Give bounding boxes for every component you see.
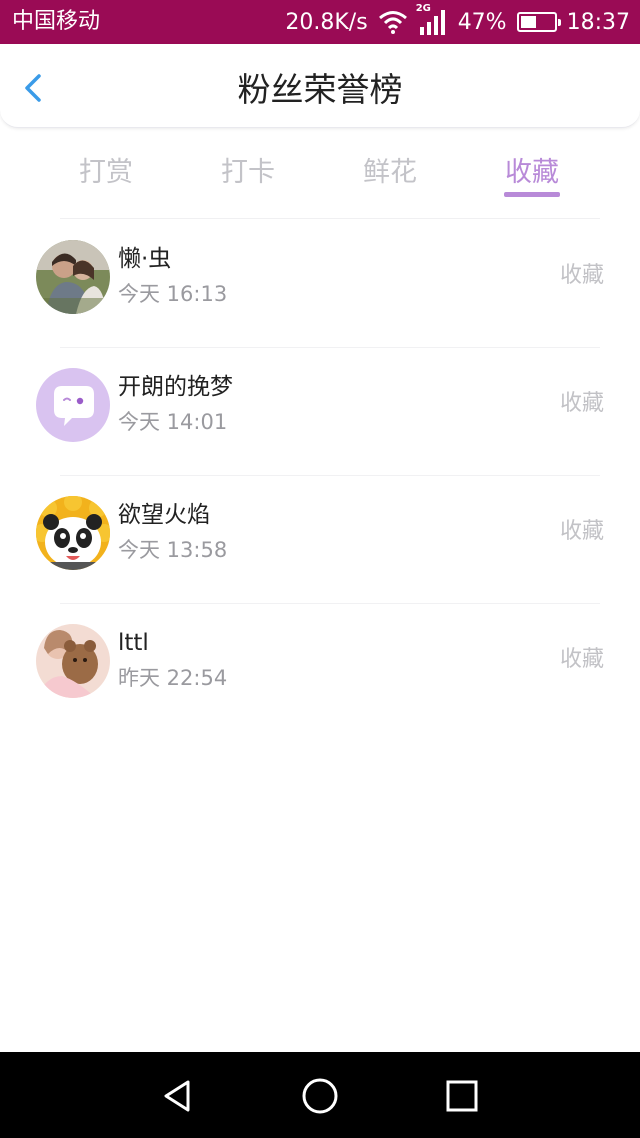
network-type: 2G — [415, 3, 431, 14]
action-type: 收藏 — [559, 519, 604, 544]
triangle-back-icon[interactable] — [158, 1076, 198, 1116]
list-item[interactable]: 开朗的挽梦 今天 14:01 收藏 — [0, 348, 640, 476]
action-type: 收藏 — [559, 263, 604, 288]
system-nav-bar — [0, 1052, 640, 1138]
action-time: 今天 13:58 — [118, 538, 228, 562]
tab-checkin[interactable]: 打卡 — [212, 128, 284, 204]
user-name: 开朗的挽梦 — [118, 374, 233, 400]
fan-list: 懒·虫 今天 16:13 收藏 开朗的挽梦 今天 14:01 收藏 欲望火焰 今… — [0, 220, 640, 732]
tab-favorites[interactable]: 收藏 — [496, 128, 568, 204]
battery-icon — [516, 12, 561, 32]
page-header: 粉丝荣誉榜 — [0, 44, 640, 128]
carrier-name: 中国移动 — [12, 9, 101, 34]
tab-label: 打赏 — [79, 157, 133, 188]
user-name: 懒·虫 — [118, 246, 172, 272]
signal-icon: 2G — [416, 3, 448, 35]
action-time: 今天 14:01 — [118, 410, 228, 434]
action-type: 收藏 — [559, 647, 604, 672]
active-tab-indicator — [504, 192, 560, 197]
list-item[interactable]: 欲望火焰 今天 13:58 收藏 — [0, 476, 640, 604]
battery-percent: 47% — [457, 9, 507, 35]
user-name: 欲望火焰 — [118, 502, 210, 528]
user-name: lttl — [118, 630, 149, 656]
square-recents-icon[interactable] — [442, 1076, 482, 1116]
avatar[interactable] — [36, 496, 110, 570]
avatar[interactable] — [36, 240, 110, 314]
status-indicators: 20.8K/s 2G 47% 18:37 — [285, 3, 630, 36]
tab-label: 打卡 — [221, 157, 275, 188]
page-title: 粉丝荣誉榜 — [237, 70, 403, 109]
tab-label: 鲜花 — [363, 157, 417, 188]
tab-reward[interactable]: 打赏 — [0, 128, 212, 204]
list-item[interactable]: lttl 昨天 22:54 收藏 — [0, 604, 640, 732]
list-item[interactable]: 懒·虫 今天 16:13 收藏 — [0, 220, 640, 348]
wifi-icon — [378, 10, 408, 34]
action-time: 今天 16:13 — [118, 282, 228, 306]
avatar[interactable] — [36, 624, 110, 698]
clock: 18:37 — [566, 9, 630, 35]
circle-home-icon[interactable] — [300, 1076, 340, 1116]
action-time: 昨天 22:54 — [118, 666, 228, 690]
battery-level — [520, 16, 536, 28]
divider — [60, 218, 600, 219]
action-type: 收藏 — [559, 391, 604, 416]
tab-label: 收藏 — [505, 157, 559, 188]
avatar[interactable] — [36, 368, 110, 442]
tab-bar: 打赏 打卡 鲜花 收藏 — [0, 128, 640, 204]
status-bar: 中国移动 20.8K/s 2G 47% 18:37 — [0, 0, 640, 44]
network-speed: 20.8K/s — [285, 9, 368, 35]
tab-flowers[interactable]: 鲜花 — [284, 128, 496, 204]
